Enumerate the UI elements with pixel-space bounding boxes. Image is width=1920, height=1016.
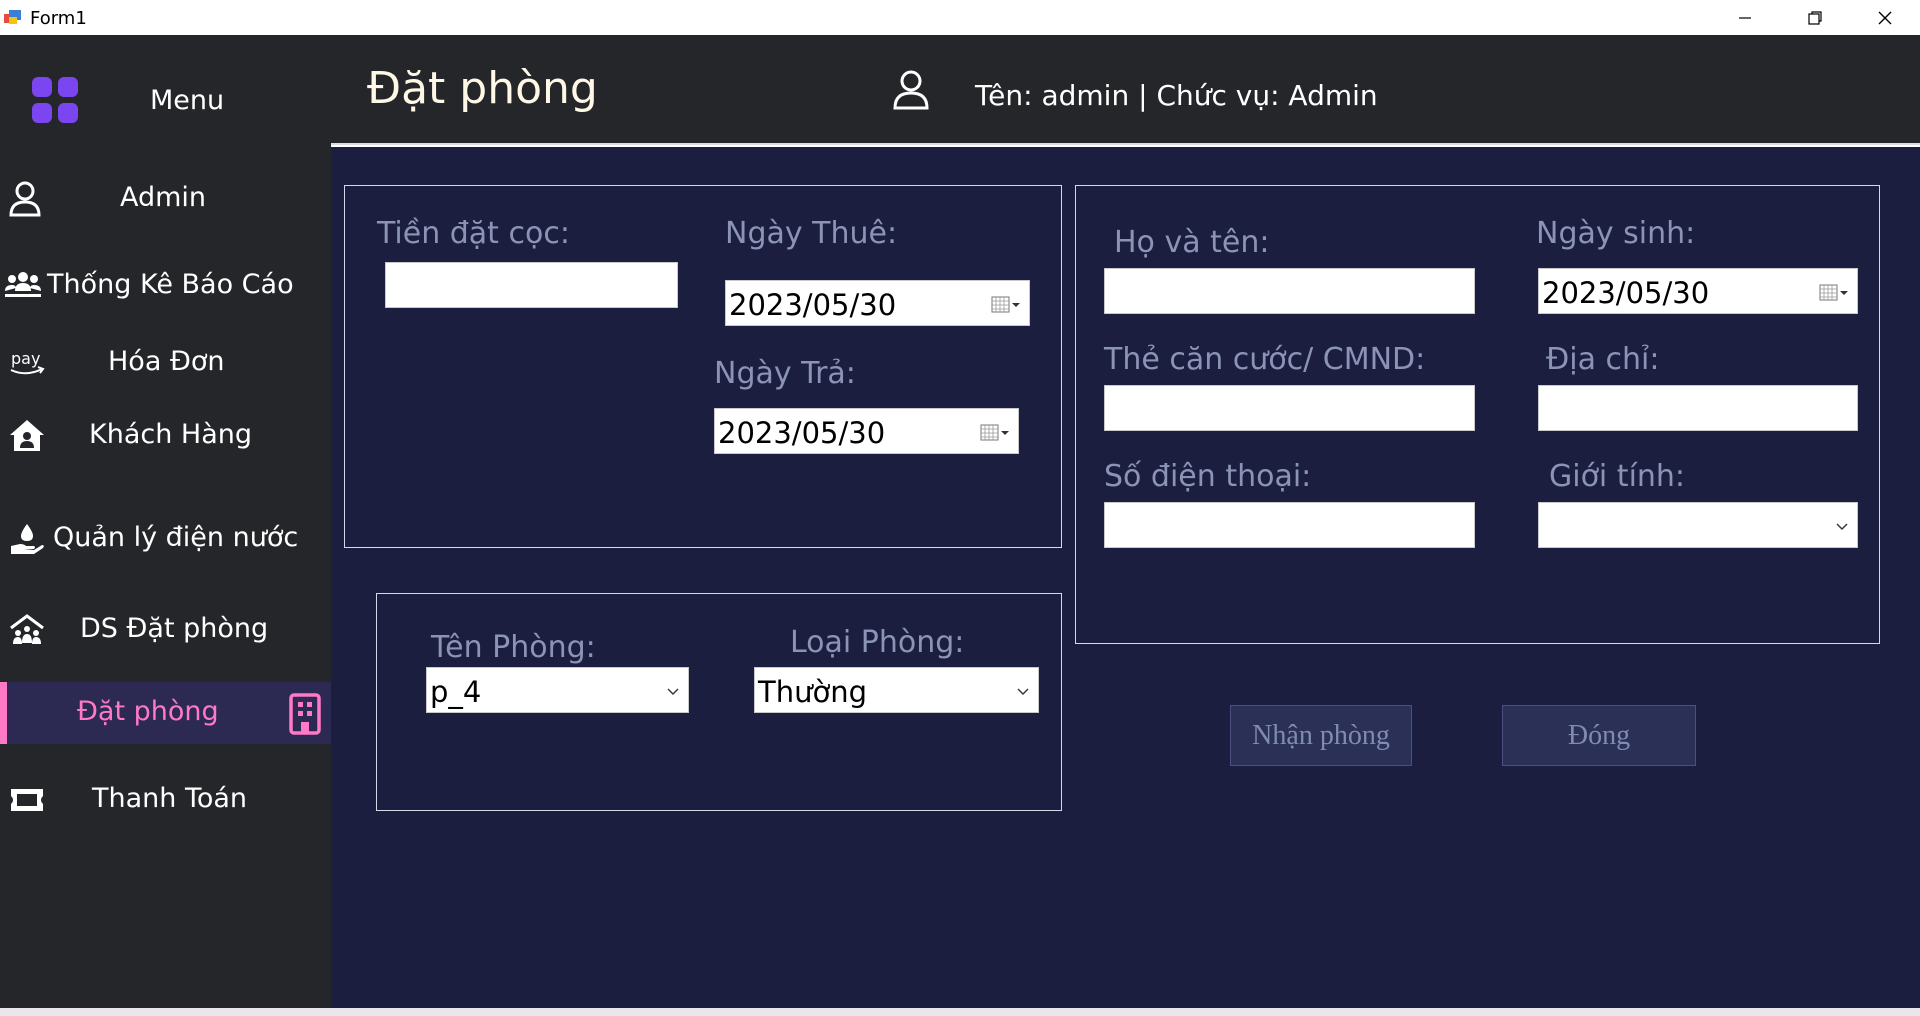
rent-date-label: Ngày Thuê:: [725, 216, 898, 251]
amazon-pay-icon: pay: [10, 349, 45, 375]
phone-input[interactable]: [1104, 502, 1475, 548]
room-name-value: p_4: [430, 675, 482, 709]
minimize-icon: [1739, 16, 1751, 19]
return-date-label: Ngày Trả:: [714, 356, 856, 391]
house-user-icon: [10, 420, 44, 451]
birthdate-picker[interactable]: 2023/05/30: [1538, 268, 1858, 314]
sidebar-item-payment[interactable]: Thanh Toán: [0, 769, 331, 831]
sidebar-item-admin[interactable]: Admin: [0, 168, 331, 230]
sidebar-item-label: Quản lý điện nước: [53, 522, 299, 553]
gender-label: Giới tính:: [1549, 459, 1686, 494]
sidebar-item-invoices[interactable]: pay Hóa Đơn: [0, 332, 331, 394]
address-input[interactable]: [1538, 385, 1858, 431]
sidebar-item-customers[interactable]: Khách Hàng: [0, 405, 331, 467]
page-title: Đặt phòng: [367, 63, 598, 114]
group-icon: [5, 272, 41, 297]
user-info: Tên: admin | Chức vụ: Admin: [975, 79, 1378, 112]
room-type-label: Loại Phòng:: [790, 625, 965, 660]
calendar-dropdown-icon[interactable]: [991, 294, 1021, 314]
sidebar-item-reports[interactable]: Thống Kê Báo Cáo: [0, 255, 331, 317]
title-bar: Form1: [0, 0, 1920, 35]
sidebar-item-booking[interactable]: Đặt phòng: [0, 682, 331, 744]
phone-label: Số điện thoại:: [1104, 459, 1312, 494]
chevron-down-icon: [1836, 523, 1848, 530]
id-card-label: Thẻ căn cước/ CMND:: [1104, 342, 1426, 377]
fullname-input[interactable]: [1104, 268, 1475, 314]
svg-text:pay: pay: [11, 349, 40, 368]
hand-water-icon: [11, 524, 44, 554]
sidebar-item-label: Khách Hàng: [89, 419, 253, 450]
booking-dates-panel: Tiền đặt cọc: Ngày Thuê: 2023/05/30 Ngày…: [344, 185, 1062, 548]
header: Đặt phòng Tên: admin | Chức vụ: Admin: [331, 35, 1920, 145]
close-button[interactable]: Đóng: [1502, 705, 1696, 766]
building-icon: [289, 693, 321, 735]
minimize-button[interactable]: [1710, 0, 1780, 35]
menu-logo-icon: [32, 77, 78, 123]
restore-icon: [1808, 10, 1822, 25]
house-people-icon: [10, 614, 44, 644]
fullname-label: Họ và tên:: [1114, 225, 1270, 260]
main-content: Tiền đặt cọc: Ngày Thuê: 2023/05/30 Ngày…: [331, 147, 1920, 1008]
birthdate-value: 2023/05/30: [1542, 276, 1710, 310]
sidebar-item-label: Thống Kê Báo Cáo: [47, 269, 294, 300]
app-icon: [4, 10, 21, 24]
calendar-dropdown-icon[interactable]: [980, 422, 1010, 442]
user-icon: [9, 181, 41, 217]
room-type-select[interactable]: Thường: [754, 667, 1039, 713]
chevron-down-icon: [1017, 688, 1029, 695]
room-panel: Tên Phòng: p_4 Loại Phòng: Thường: [376, 593, 1062, 811]
rent-date-picker[interactable]: 2023/05/30: [725, 280, 1030, 326]
birthdate-label: Ngày sinh:: [1536, 216, 1696, 251]
customer-info-panel: Họ và tên: Ngày sinh: 2023/05/30 Thẻ căn…: [1075, 185, 1880, 644]
chevron-down-icon: [667, 688, 679, 695]
restore-button[interactable]: [1780, 0, 1850, 35]
id-card-input[interactable]: [1104, 385, 1475, 431]
sidebar-item-label: Đặt phòng: [77, 696, 219, 727]
confirm-checkin-button[interactable]: Nhận phòng: [1230, 705, 1412, 766]
menu-label: Menu: [150, 85, 225, 116]
gender-select[interactable]: [1538, 502, 1858, 548]
close-icon: [1878, 11, 1892, 24]
close-window-button[interactable]: [1850, 0, 1920, 35]
window-title: Form1: [30, 8, 87, 29]
user-icon: [893, 70, 929, 110]
return-date-value: 2023/05/30: [718, 416, 886, 450]
room-name-select[interactable]: p_4: [426, 667, 689, 713]
return-date-picker[interactable]: 2023/05/30: [714, 408, 1019, 454]
sidebar-item-label: Thanh Toán: [92, 783, 248, 814]
sidebar-item-label: Admin: [120, 182, 207, 213]
rent-date-value: 2023/05/30: [729, 288, 897, 322]
sidebar-item-utilities[interactable]: Quản lý điện nước: [0, 508, 331, 570]
sidebar-item-label: DS Đặt phòng: [80, 613, 269, 644]
sidebar-item-label: Hóa Đơn: [108, 346, 225, 377]
taskbar-edge: [0, 1008, 1920, 1016]
deposit-input[interactable]: [385, 262, 678, 308]
sidebar: Menu Admin Thống Kê Báo Cáo pay Hóa Đơn: [0, 35, 331, 1008]
address-label: Địa chỉ:: [1546, 342, 1660, 377]
calendar-dropdown-icon[interactable]: [1819, 282, 1849, 302]
sidebar-item-booking-list[interactable]: DS Đặt phòng: [0, 599, 331, 661]
active-indicator: [0, 682, 7, 744]
deposit-label: Tiền đặt cọc:: [377, 216, 570, 251]
room-name-label: Tên Phòng:: [431, 630, 596, 665]
ticket-icon: [11, 789, 43, 811]
room-type-value: Thường: [758, 675, 868, 709]
